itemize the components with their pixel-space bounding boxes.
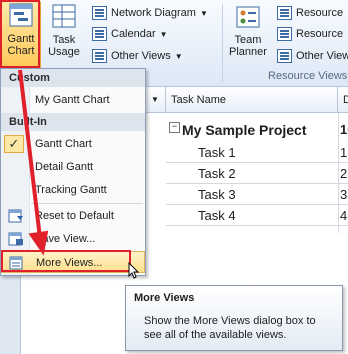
tooltip-body: Show the More Views dialog box to see al… — [144, 315, 316, 341]
tooltip-title: More Views — [134, 292, 195, 304]
more-views-tooltip: More Views Show the More Views dialog bo… — [125, 285, 343, 351]
mouse-cursor-icon — [128, 262, 140, 279]
